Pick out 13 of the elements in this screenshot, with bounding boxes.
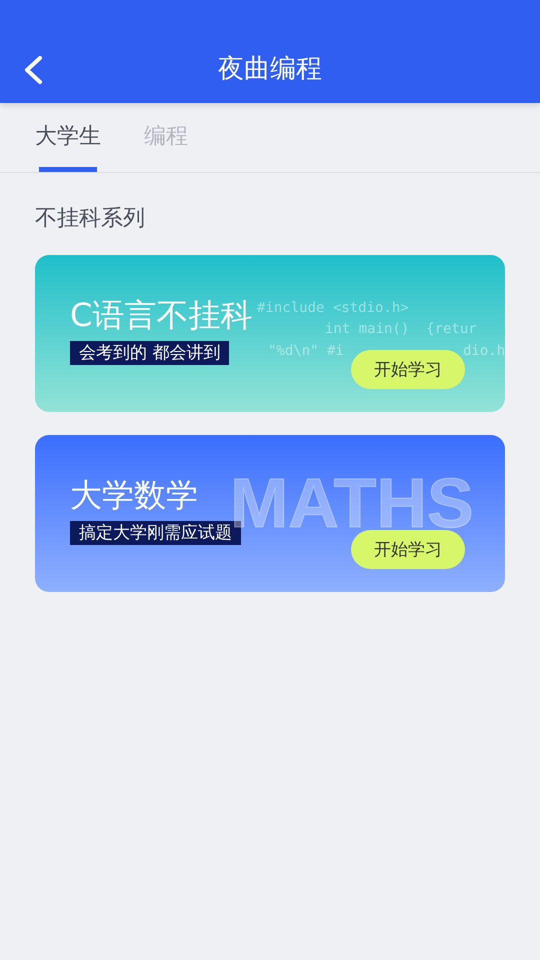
back-icon[interactable] <box>22 55 44 85</box>
start-button[interactable]: 开始学习 <box>351 530 465 569</box>
code-text: dio.h <box>463 343 505 359</box>
screen-title: 夜曲编程 <box>218 54 322 84</box>
section-title: 不挂科系列 <box>35 205 146 233</box>
code-text: #include <stdio.h> <box>257 300 409 316</box>
course-tagline: 会考到的 都会讲到 <box>70 341 230 365</box>
course-title: C语言不挂科 <box>70 295 252 335</box>
start-button[interactable]: 开始学习 <box>351 350 465 389</box>
code-text: int main() {retur <box>325 321 477 337</box>
code-text: "%d\n" #i <box>268 343 344 359</box>
tab[interactable]: 大学生 <box>35 121 101 172</box>
course-title: 大学数学 <box>70 475 198 515</box>
